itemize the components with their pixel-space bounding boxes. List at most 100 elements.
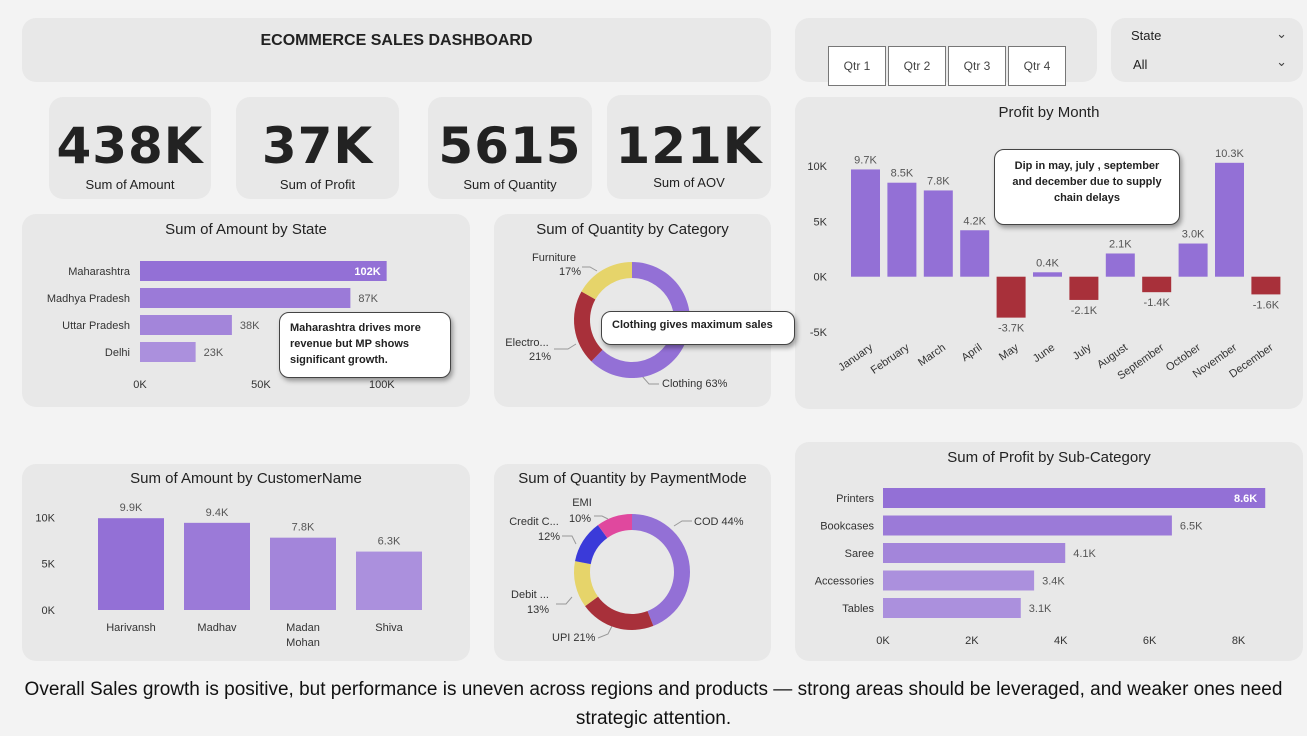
bar[interactable] [883,598,1021,618]
quantity-by-payment-chart: EMI 10% Credit C... 12% Debit ... 13% UP… [509,497,744,644]
kpi-value: 121K [615,117,763,175]
data-label: 3.4K [1042,576,1065,588]
tick-label: 5K [814,216,828,228]
slice-label: Clothing 63% [662,378,728,390]
amount-by-state-chart: Maharashtra 102K Madhya Pradesh 87K Uttar Pr… [47,261,395,391]
state-filter-label: State [1131,28,1162,43]
bar[interactable] [98,518,164,610]
bar[interactable] [140,315,232,335]
bar[interactable] [140,288,351,308]
tick-label: 0K [42,605,56,617]
profit-by-subcategory-card: Sum of Profit by Sub-Category Printers 8.… [795,442,1303,661]
data-label: 87K [358,293,378,305]
amount-by-customer-card: Sum of Amount by CustomerName 0K 5K 10K 9.9… [22,464,470,661]
category-label: May [997,341,1021,363]
tick-label: 5K [42,559,56,571]
chevron-down-icon[interactable]: ⌄ [1276,26,1287,42]
donut-slice[interactable] [581,262,632,300]
bar[interactable] [1215,162,1244,277]
data-label: -3.7K [998,323,1025,335]
category-label: Saree [845,548,874,560]
slice-label: Debit ... [511,589,549,601]
bar[interactable] [140,261,387,281]
data-label: 9.9K [120,502,143,514]
leader-line [562,535,577,545]
profit-by-subcategory-chart: Printers 8.6K Bookcases 6.5K Saree 4.1K Access… [815,488,1266,647]
bar[interactable] [140,342,196,362]
callout-state: Maharashtra drives more revenue but MP s… [279,312,451,378]
bar[interactable] [1142,276,1172,293]
category-label: Uttar Pradesh [62,320,130,332]
bar[interactable] [883,543,1066,563]
data-label: 0.4K [1036,257,1059,269]
slice-label: 12% [538,531,560,543]
qtr-4-button[interactable]: Qtr 4 [1008,46,1066,86]
bar[interactable] [270,537,336,610]
kpi-card-amount: 438K Sum of Amount [49,97,211,199]
donut-slice[interactable] [585,596,654,630]
data-label: -1.4K [1144,297,1171,309]
profit-by-month-card: Profit by Month -5K 0K 5K 10K 9.7K January 8.5… [795,97,1303,409]
bar[interactable] [1105,253,1135,277]
category-label: February [869,341,912,376]
data-label: 2.1K [1109,238,1132,250]
qtr-1-button[interactable]: Qtr 1 [828,46,886,86]
amount-by-customer-chart: 0K 5K 10K 9.9K Harivansh 9.4K Madhav 7.8K Madan M… [35,502,422,649]
kpi-value: 438K [56,117,204,175]
slice-label: 10% [569,513,591,525]
quarter-slicer: Qtr 1 Qtr 2 Qtr 3 Qtr 4 [795,18,1097,86]
kpi-value: 5615 [438,117,582,175]
leader-line [582,266,598,272]
bar[interactable] [1033,272,1062,277]
tick-label: 0K [814,272,828,284]
data-label: 6.5K [1180,521,1203,533]
state-filter[interactable]: State ⌄ All ⌄ [1111,18,1303,82]
callout-month: Dip in may, july , september and decembe… [994,149,1180,225]
data-label: 23K [204,347,224,359]
bar[interactable] [851,169,880,277]
bar[interactable] [1178,243,1208,277]
slice-label: Electro... [505,337,548,349]
bar[interactable] [883,515,1172,536]
data-label: -2.1K [1071,305,1098,317]
slice-label: COD 44% [694,516,744,528]
summary-footer: Overall Sales growth is positive, but pe… [24,679,1283,729]
kpi-label: Sum of Profit [279,177,356,192]
bar[interactable] [356,551,422,610]
tick-label: 10K [807,161,827,173]
category-label: Maharashtra [68,266,131,278]
data-label: 4.2K [963,215,986,227]
donut-slice[interactable] [632,514,690,626]
qtr-2-button[interactable]: Qtr 2 [888,46,946,86]
bar[interactable] [1251,276,1281,295]
bar[interactable] [883,570,1035,591]
state-filter-value[interactable]: All [1133,57,1147,72]
data-label: 10.3K [1215,148,1244,160]
tick-label: 0K [133,379,147,391]
bar[interactable] [184,522,250,610]
data-label: 8.5K [891,168,914,180]
chevron-down-icon[interactable]: ⌄ [1276,54,1287,70]
bar[interactable] [996,276,1026,318]
bar[interactable] [1069,276,1099,300]
tick-label: 50K [251,379,271,391]
data-label: 9.7K [854,154,877,166]
category-label: Bookcases [820,521,874,533]
qtr-3-button[interactable]: Qtr 3 [948,46,1006,86]
kpi-label: Sum of AOV [653,175,725,190]
category-label: March [916,342,948,369]
donut-slice[interactable] [574,291,603,362]
category-label: April [960,342,985,364]
data-label: 6.3K [378,536,401,548]
bar[interactable] [960,230,990,277]
bar[interactable] [887,182,917,277]
leader-line [594,515,609,520]
data-label: 102K [354,266,380,278]
bar[interactable] [923,190,953,277]
category-label: Madhav [197,622,237,634]
bar[interactable] [883,488,1266,508]
callout-category: Clothing gives maximum sales [601,311,795,345]
category-label: Madan [286,622,320,634]
slice-label: EMI [572,497,592,509]
tick-label: 100K [369,379,395,391]
